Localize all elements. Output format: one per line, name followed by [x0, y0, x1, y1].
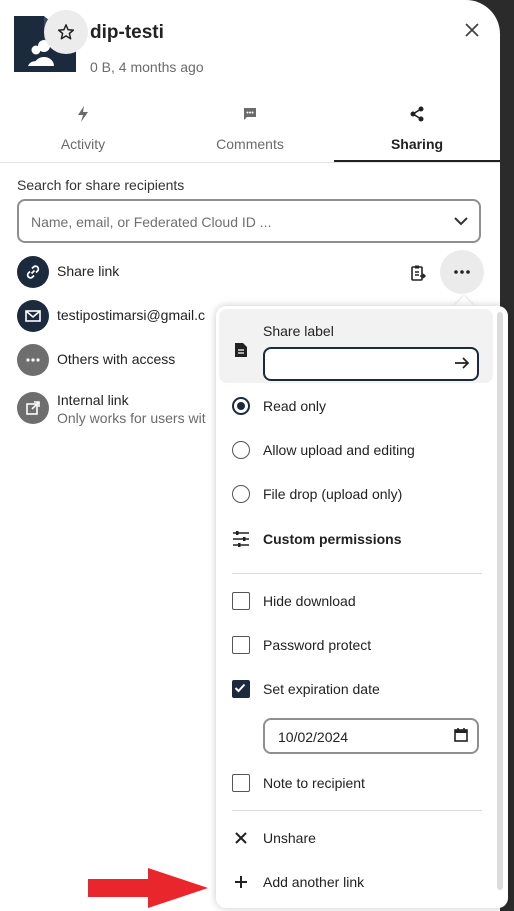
- tab-sharing-label: Sharing: [390, 136, 444, 152]
- password-protect-checkbox[interactable]: [232, 636, 250, 654]
- others-with-access-row[interactable]: Others with access: [17, 344, 217, 376]
- close-icon: [465, 23, 479, 37]
- share-link-label: Share link: [57, 263, 120, 279]
- search-label: Search for share recipients: [17, 177, 185, 193]
- copy-link-button[interactable]: [406, 261, 430, 285]
- share-email-label: testipostimarsi@gmail.c: [57, 307, 206, 323]
- read-only-label: Read only: [263, 398, 327, 414]
- internal-link-row[interactable]: Internal link Only works for users wit: [17, 392, 217, 432]
- comment-icon: [244, 108, 256, 120]
- annotation-arrow-icon: [88, 868, 208, 908]
- bolt-icon: [78, 106, 88, 122]
- chevron-down-icon[interactable]: [453, 212, 469, 230]
- document-icon: [235, 343, 247, 357]
- unshare-option[interactable]: Unshare: [232, 826, 492, 850]
- internal-link-title: Internal link: [57, 392, 129, 408]
- share-email-row[interactable]: testipostimarsi@gmail.c: [17, 300, 217, 332]
- menu-divider: [232, 573, 482, 574]
- menu-divider: [232, 810, 482, 811]
- file-meta: 0 B, 4 months ago: [90, 59, 204, 75]
- menu-scrollbar[interactable]: [497, 312, 503, 890]
- file-name: dip-testi: [90, 22, 164, 43]
- hide-download-option[interactable]: Hide download: [232, 589, 492, 613]
- star-icon: [57, 24, 75, 40]
- tab-activity[interactable]: Activity: [0, 96, 166, 160]
- password-protect-option[interactable]: Password protect: [232, 633, 492, 657]
- share-label-block: Share label: [219, 309, 493, 383]
- add-another-link-option[interactable]: Add another link: [232, 870, 492, 894]
- tab-comments[interactable]: Comments: [167, 96, 333, 160]
- expiration-date-value: 10/02/2024: [278, 729, 349, 745]
- custom-permissions-option[interactable]: Custom permissions: [232, 527, 492, 551]
- note-to-recipient-option[interactable]: Note to recipient: [232, 771, 492, 795]
- menu-caret: [454, 296, 474, 306]
- note-to-recipient-label: Note to recipient: [263, 775, 365, 791]
- plus-icon: [235, 876, 247, 888]
- hide-download-label: Hide download: [263, 593, 356, 609]
- unshare-label: Unshare: [263, 830, 316, 846]
- tab-bar: Activity Comments Sharing: [0, 96, 500, 163]
- custom-permissions-label: Custom permissions: [263, 531, 402, 547]
- share-label-title: Share label: [263, 323, 334, 339]
- allow-upload-label: Allow upload and editing: [263, 442, 415, 458]
- share-search-box: [17, 199, 481, 243]
- share-icon: [410, 106, 424, 122]
- share-label-field: [263, 347, 479, 381]
- external-link-icon: [26, 401, 40, 415]
- allow-upload-option[interactable]: Allow upload and editing: [232, 438, 492, 462]
- share-link-menu: Share label Read only Allow upload and e…: [216, 306, 508, 908]
- add-another-link-label: Add another link: [263, 874, 365, 890]
- calendar-icon[interactable]: [453, 727, 469, 743]
- favorite-button[interactable]: [44, 10, 88, 54]
- tab-sharing[interactable]: Sharing: [334, 96, 500, 162]
- others-with-access-label: Others with access: [57, 351, 176, 367]
- close-button[interactable]: [458, 16, 486, 44]
- more-actions-button[interactable]: [440, 250, 484, 294]
- read-only-option[interactable]: Read only: [232, 394, 492, 418]
- link-icon: [26, 265, 40, 279]
- hide-download-checkbox[interactable]: [232, 592, 250, 610]
- share-link-row[interactable]: Share link: [17, 256, 377, 288]
- mail-icon: [25, 310, 41, 322]
- set-expiration-label: Set expiration date: [263, 681, 380, 697]
- read-only-radio[interactable]: [232, 397, 250, 415]
- set-expiration-checkbox[interactable]: [232, 680, 250, 698]
- tab-activity-label: Activity: [60, 136, 106, 152]
- allow-upload-radio[interactable]: [232, 441, 250, 459]
- email-avatar: [17, 300, 49, 332]
- share-search-input[interactable]: [29, 201, 443, 243]
- expiration-date-field[interactable]: 10/02/2024: [263, 718, 479, 754]
- more-horizontal-icon: [454, 270, 470, 274]
- close-icon: [235, 832, 247, 844]
- others-avatar: [17, 344, 49, 376]
- file-drop-option[interactable]: File drop (upload only): [232, 482, 492, 506]
- link-avatar: [17, 256, 49, 288]
- arrow-right-icon[interactable]: [453, 354, 471, 372]
- set-expiration-option[interactable]: Set expiration date: [232, 677, 492, 701]
- checkmark-icon: [234, 683, 245, 692]
- tune-icon: [233, 531, 249, 547]
- file-drop-radio[interactable]: [232, 485, 250, 503]
- file-drop-label: File drop (upload only): [263, 486, 403, 502]
- password-protect-label: Password protect: [263, 637, 372, 653]
- more-horizontal-icon: [26, 358, 40, 362]
- internal-link-subtitle: Only works for users wit: [57, 410, 206, 426]
- clipboard-icon: [411, 265, 426, 281]
- tab-comments-label: Comments: [216, 136, 284, 152]
- share-label-input[interactable]: [275, 349, 449, 381]
- internal-link-avatar: [17, 392, 49, 424]
- note-to-recipient-checkbox[interactable]: [232, 774, 250, 792]
